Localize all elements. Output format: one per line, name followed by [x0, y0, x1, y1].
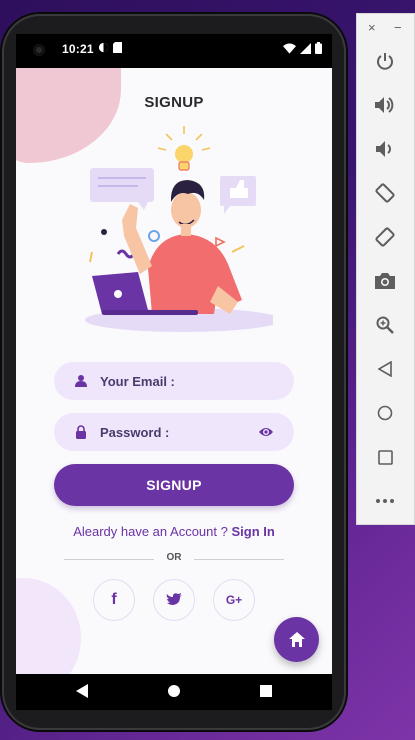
or-divider: OR — [64, 552, 284, 566]
power-icon — [377, 53, 393, 70]
volume-down-button[interactable] — [357, 134, 413, 164]
email-field[interactable] — [54, 362, 294, 400]
battery-icon — [315, 42, 322, 54]
status-time: 10:21 — [62, 42, 94, 56]
nav-home-icon[interactable] — [167, 684, 181, 698]
phone-screen: 10:21 SIGNUP Your Email: SIGNUP Aleardy… — [16, 34, 332, 674]
zoom-icon — [376, 316, 394, 334]
sd-card-icon — [113, 42, 122, 53]
page-title: SIGNUP — [144, 94, 204, 111]
nav-back-icon[interactable] — [76, 684, 90, 698]
signal-icon — [300, 42, 311, 54]
home-fab-button[interactable] — [274, 617, 319, 662]
phone-frame: 10:21 SIGNUP Your Email: SIGNUP Aleardy… — [2, 14, 346, 730]
facebook-icon: f — [111, 591, 117, 608]
sign-in-link[interactable]: Sign In — [231, 524, 274, 539]
signup-button[interactable]: SIGNUP — [54, 464, 294, 506]
decorative-blob-bottom — [16, 578, 81, 674]
front-camera — [33, 44, 45, 56]
divider-line-right — [194, 559, 284, 560]
eye-icon[interactable] — [258, 425, 274, 439]
home-icon — [288, 632, 305, 647]
back-button[interactable] — [357, 354, 413, 384]
twitter-icon — [166, 593, 182, 605]
rotate-right-icon — [375, 227, 395, 247]
google-plus-button[interactable]: G+ — [213, 579, 255, 621]
home-circle-icon — [377, 405, 393, 421]
rotate-left-button[interactable] — [357, 178, 413, 208]
rotate-right-button[interactable] — [357, 222, 413, 252]
home-button[interactable] — [357, 398, 413, 428]
data-saver-icon — [98, 42, 109, 53]
camera-icon — [375, 273, 395, 289]
notification-icons — [98, 42, 122, 53]
overview-button[interactable] — [357, 442, 413, 472]
facebook-button[interactable]: f — [93, 579, 135, 621]
rotate-left-icon — [375, 183, 395, 203]
signup-illustration — [85, 126, 273, 332]
overview-icon — [377, 449, 393, 465]
panel-close-button[interactable]: × — [368, 20, 376, 35]
more-button[interactable] — [357, 486, 413, 516]
twitter-button[interactable] — [153, 579, 195, 621]
status-bar: 10:21 — [16, 34, 332, 68]
back-icon — [378, 361, 392, 377]
emulator-control-panel: × − — [356, 13, 415, 525]
screenshot-button[interactable] — [357, 266, 413, 296]
signin-prompt: Aleardy have an Account ? Sign In — [16, 524, 332, 539]
android-nav-bar — [16, 674, 332, 710]
power-button[interactable] — [357, 46, 413, 76]
email-input[interactable] — [100, 362, 270, 400]
volume-down-icon — [376, 141, 391, 157]
password-field[interactable] — [54, 413, 294, 451]
password-input[interactable] — [100, 413, 270, 451]
more-icon — [376, 499, 394, 503]
signup-screen: SIGNUP Your Email: SIGNUP Aleardy have … — [16, 68, 332, 674]
volume-up-icon — [375, 97, 394, 113]
user-icon — [75, 375, 87, 387]
nav-overview-icon[interactable] — [259, 684, 273, 698]
panel-minimize-button[interactable]: − — [394, 20, 402, 35]
volume-up-button[interactable] — [357, 90, 413, 120]
google-plus-icon: G+ — [225, 593, 243, 607]
system-icons — [283, 42, 322, 54]
zoom-button[interactable] — [357, 310, 413, 340]
wifi-icon — [283, 43, 296, 54]
lock-icon — [76, 425, 86, 439]
or-text: OR — [166, 552, 182, 563]
account-prompt-text: Aleardy have an Account ? — [73, 524, 232, 539]
